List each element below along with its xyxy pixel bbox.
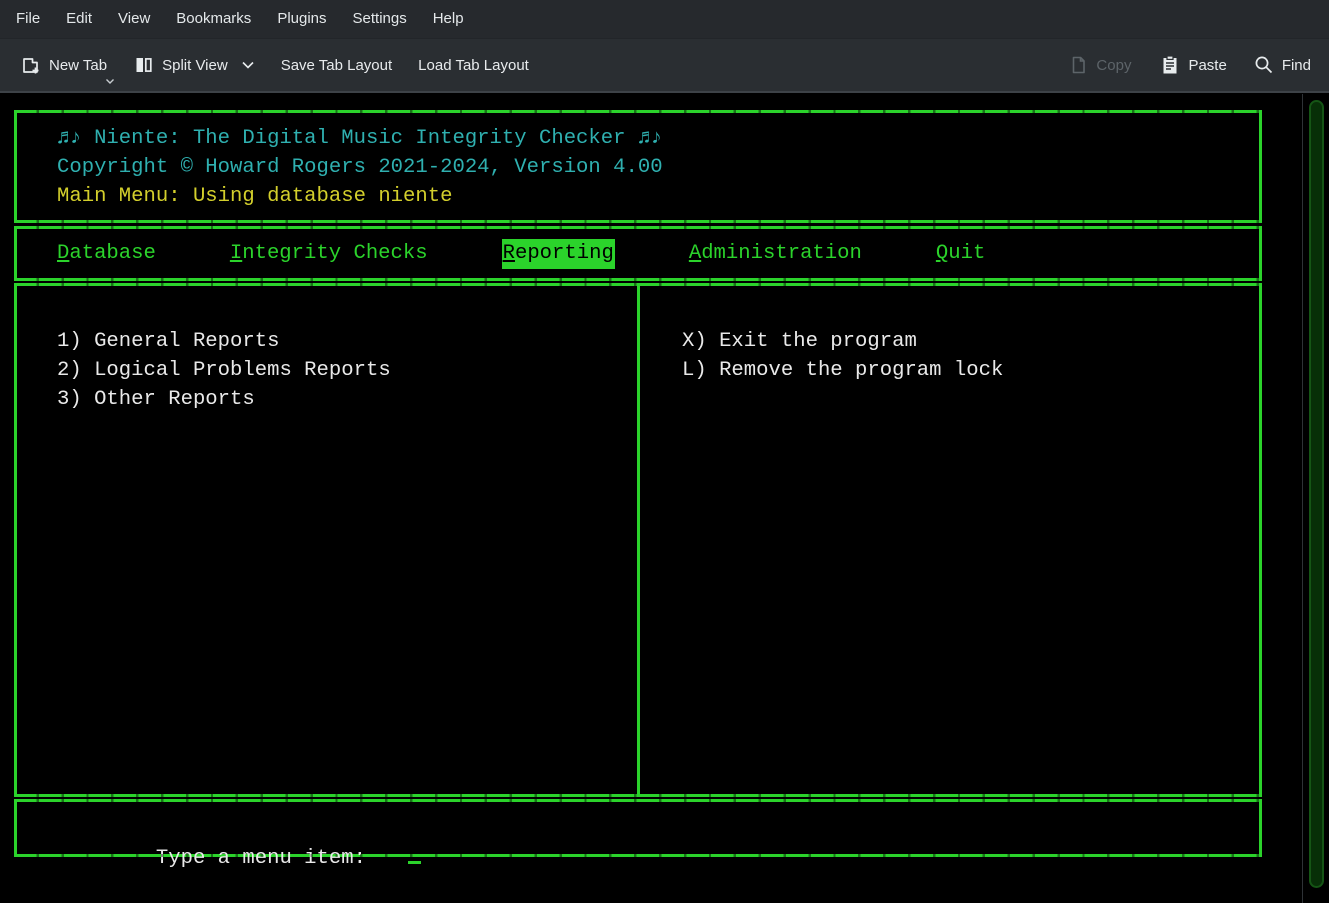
- menu-option-general-reports[interactable]: 1) General Reports: [57, 327, 391, 356]
- menubar-item-help[interactable]: Help: [420, 0, 477, 38]
- tui-title: ♬♪ Niente: The Digital Music Integrity C…: [57, 124, 1259, 153]
- tui-menu-administration[interactable]: Administration: [689, 239, 862, 269]
- new-tab-button[interactable]: New Tab: [20, 54, 107, 76]
- left-menu-list: 1) General Reports 2) Logical Problems R…: [57, 327, 391, 414]
- panel-divider: [637, 286, 640, 794]
- copy-button[interactable]: Copy: [1067, 54, 1131, 76]
- right-menu-list: X) Exit the program L) Remove the progra…: [682, 327, 1003, 385]
- menubar-item-file[interactable]: File: [3, 0, 53, 38]
- split-view-label: Split View: [162, 57, 228, 74]
- chevron-down-icon[interactable]: [105, 78, 115, 85]
- tui-menu-bar: Database Integrity Checks Reporting Admi…: [14, 226, 1262, 281]
- load-tab-layout-label: Load Tab Layout: [418, 57, 529, 74]
- menu-option-remove-lock[interactable]: L) Remove the program lock: [682, 356, 1003, 385]
- paste-button[interactable]: Paste: [1159, 54, 1226, 76]
- tui-panels: 1) General Reports 2) Logical Problems R…: [14, 283, 1262, 797]
- prompt-label: Type a menu item:: [156, 847, 366, 870]
- terminal-viewport[interactable]: ♬♪ Niente: The Digital Music Integrity C…: [0, 94, 1329, 903]
- tab-new-icon: [20, 54, 42, 76]
- save-tab-layout-button[interactable]: Save Tab Layout: [281, 57, 392, 74]
- tui-status-line: Main Menu: Using database niente: [57, 182, 1259, 211]
- menu-option-other-reports[interactable]: 3) Other Reports: [57, 385, 391, 414]
- prompt-line[interactable]: Type a menu item:: [57, 815, 1259, 902]
- menubar-item-edit[interactable]: Edit: [53, 0, 105, 38]
- menubar: File Edit View Bookmarks Plugins Setting…: [0, 0, 1329, 38]
- menubar-item-settings[interactable]: Settings: [340, 0, 420, 38]
- menubar-item-bookmarks[interactable]: Bookmarks: [163, 0, 264, 38]
- paste-icon: [1159, 54, 1181, 76]
- search-icon: [1253, 54, 1275, 76]
- load-tab-layout-button[interactable]: Load Tab Layout: [418, 57, 529, 74]
- find-label: Find: [1282, 57, 1311, 74]
- menu-option-logical-problems-reports[interactable]: 2) Logical Problems Reports: [57, 356, 391, 385]
- toolbar: New Tab Split View Save Tab Layout Load …: [0, 38, 1329, 93]
- split-view-icon: [133, 54, 155, 76]
- tui-copyright: Copyright © Howard Rogers 2021-2024, Ver…: [57, 153, 1259, 182]
- paste-label: Paste: [1188, 57, 1226, 74]
- text-cursor: [408, 861, 421, 864]
- tui-header-box: ♬♪ Niente: The Digital Music Integrity C…: [14, 110, 1262, 223]
- tui-menu-quit[interactable]: Quit: [936, 239, 985, 269]
- tui-menu-database[interactable]: Database: [57, 239, 156, 269]
- copy-icon: [1067, 54, 1089, 76]
- save-tab-layout-label: Save Tab Layout: [281, 57, 392, 74]
- menubar-item-plugins[interactable]: Plugins: [264, 0, 339, 38]
- new-tab-label: New Tab: [49, 57, 107, 74]
- scrollbar-thumb[interactable]: [1309, 100, 1324, 888]
- copy-label: Copy: [1096, 57, 1131, 74]
- tui-menu-integrity-checks[interactable]: Integrity Checks: [230, 239, 428, 269]
- find-button[interactable]: Find: [1253, 54, 1311, 76]
- menubar-item-view[interactable]: View: [105, 0, 163, 38]
- menu-option-exit[interactable]: X) Exit the program: [682, 327, 1003, 356]
- tui-prompt-box: Type a menu item:: [14, 799, 1262, 857]
- split-view-button[interactable]: Split View: [133, 54, 255, 76]
- scrollbar-track[interactable]: [1303, 94, 1329, 903]
- tui-menu-reporting[interactable]: Reporting: [502, 239, 615, 269]
- tui-menu-line: Database Integrity Checks Reporting Admi…: [17, 229, 1259, 269]
- chevron-down-icon[interactable]: [241, 61, 255, 70]
- konsole-window: File Edit View Bookmarks Plugins Setting…: [0, 0, 1329, 903]
